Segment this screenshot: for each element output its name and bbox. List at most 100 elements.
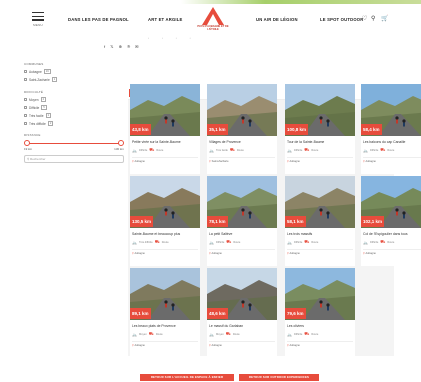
distance-badge: 102,1 km bbox=[361, 216, 385, 227]
route-meta: 🚲 Difficile ⛟ Route bbox=[287, 147, 318, 153]
route-title[interactable]: Sainte-Baume et beaucoup plus bbox=[132, 232, 180, 236]
filter-difficulty-moyen[interactable]: Moyen 2 bbox=[24, 97, 124, 102]
route-meta: 🚲 Difficile ⛟ Route bbox=[287, 331, 318, 337]
heart-icon[interactable]: ♡ bbox=[362, 15, 367, 22]
distance-min-label: 19 km bbox=[24, 147, 33, 151]
difficulty-label: Difficile bbox=[138, 148, 148, 152]
activity-label: Route bbox=[233, 240, 241, 244]
bike-icon: 🚲 bbox=[363, 147, 368, 153]
road-icon: ⛟ bbox=[380, 147, 386, 152]
route-card[interactable]: 58,4 km Les balcons du cap Canaille 🚲 Di… bbox=[361, 84, 421, 174]
difficulty-label: Difficile bbox=[293, 332, 303, 336]
route-title[interactable]: Col de l'Espigoulier dans tous bbox=[363, 232, 408, 236]
route-card[interactable]: 78,1 km La petit Saltève 🚲 Difficile ⛟ R… bbox=[207, 176, 277, 266]
nav-link-legion[interactable]: UN AIR DE LÉGION bbox=[256, 17, 298, 22]
facebook-icon[interactable]: f bbox=[104, 44, 107, 49]
road-icon: ⛟ bbox=[226, 239, 232, 244]
activity-label: Route bbox=[311, 240, 319, 244]
activity-label: Route bbox=[156, 148, 164, 152]
site-header: MENU DANS LES PAS DE PAGNOL ART ET ARGIL… bbox=[0, 0, 421, 40]
email-icon[interactable]: ✉ bbox=[135, 44, 140, 49]
route-title[interactable]: Les balcons du cap Canaille bbox=[363, 140, 405, 144]
route-title[interactable]: Petite virée sur la Sainte-Baume bbox=[132, 140, 181, 144]
route-meta: 🚲 Difficile ⛟ Route bbox=[132, 147, 163, 153]
search-input[interactable]: ⚲ Rechercher bbox=[24, 155, 124, 163]
location-pin-icon: ⚲ bbox=[209, 160, 211, 163]
nav-link-pagnol[interactable]: DANS LES PAS DE PAGNOL bbox=[68, 17, 129, 22]
bike-icon: 🚲 bbox=[287, 331, 292, 337]
route-location: ⚲ Saint-Zacharie bbox=[209, 160, 229, 163]
filter-difficulty-tres-facile[interactable]: Très facile 1 bbox=[24, 113, 124, 118]
filter-difficulty-tres-difficile[interactable]: Très difficile 2 bbox=[24, 121, 124, 126]
slider-max-handle[interactable] bbox=[118, 140, 124, 146]
bike-icon: 🚲 bbox=[287, 239, 292, 245]
filter-commune-saint-zacharie[interactable]: Saint-Zacharie 1 bbox=[24, 77, 124, 82]
difficulty-label: Difficile bbox=[293, 148, 303, 152]
distance-badge: 43,8 km bbox=[130, 124, 151, 135]
route-card[interactable]: 130,5 km Sainte-Baume et beaucoup plus 🚲… bbox=[130, 176, 200, 266]
back-to-outdoor-button[interactable]: RETOUR SUR OUTDOOR EXPERIENCES bbox=[239, 374, 319, 381]
activity-label: Route bbox=[232, 332, 240, 336]
road-icon: ⛟ bbox=[380, 239, 386, 244]
route-card[interactable]: 100,8 km Tour de la Sainte-Baume 🚲 Diffi… bbox=[285, 84, 355, 174]
filter-commune-aubagne[interactable]: Aubagne 19 bbox=[24, 69, 124, 74]
menu-icon bbox=[32, 12, 44, 14]
route-title[interactable]: Les trois massifs bbox=[287, 232, 312, 236]
filter-difficulty-difficile[interactable]: Difficile 5 bbox=[24, 105, 124, 110]
pinterest-icon[interactable]: ℗ bbox=[127, 44, 132, 49]
difficulty-label: Très facile bbox=[215, 148, 228, 152]
route-meta: 🚲 Très facile ⛟ Route bbox=[209, 147, 244, 153]
search-icon[interactable]: ⚲ bbox=[371, 15, 375, 22]
back-to-espace-button[interactable]: RETOUR SUR L'ACCUEIL DE ESPACE À ENFIER bbox=[140, 374, 234, 381]
route-title[interactable]: Les oliviers bbox=[287, 324, 304, 328]
distance-slider[interactable] bbox=[24, 140, 124, 146]
x-icon[interactable]: 𝕏 bbox=[110, 44, 115, 49]
route-card[interactable]: 35,1 km Villages de Provence 🚲 Très faci… bbox=[207, 84, 277, 174]
activity-label: Route bbox=[161, 240, 169, 244]
difficulty-label: Très difficile bbox=[138, 240, 153, 244]
slider-min-handle[interactable] bbox=[24, 140, 30, 146]
route-location: ⚲ Aubagne bbox=[287, 160, 300, 163]
share-icon[interactable]: ⊕ bbox=[119, 44, 124, 49]
cart-icon[interactable]: 🛒 bbox=[381, 15, 388, 22]
route-title[interactable]: Le massif du Garlaban bbox=[209, 324, 243, 328]
difficulty-label: Difficile bbox=[215, 240, 225, 244]
route-location: ⚲ Aubagne bbox=[209, 344, 222, 347]
distance-badge: 78,1 km bbox=[207, 216, 228, 227]
distance-badge: 35,1 km bbox=[207, 124, 228, 135]
difficulty-label: Difficile bbox=[369, 240, 379, 244]
bike-icon: 🚲 bbox=[209, 147, 214, 153]
route-card[interactable]: 89,1 km Les beaux plats de Provence 🚲 Mo… bbox=[130, 268, 200, 358]
site-logo[interactable]: PAYS D'AUBAGNE ET DE L'ÉTOILE bbox=[197, 6, 229, 32]
menu-label: MENU bbox=[33, 23, 43, 28]
filters-sidebar: COMMUNES Aubagne 19 Saint-Zacharie 1 DIFFI… bbox=[24, 62, 124, 163]
menu-button[interactable]: MENU bbox=[32, 12, 44, 27]
route-meta: 🚲 Difficile ⛟ Route bbox=[363, 147, 394, 153]
route-card[interactable]: 48,6 km Le massif du Garlaban 🚲 Moyen ⛟ … bbox=[207, 268, 277, 358]
route-card[interactable]: 58,1 km Les trois massifs 🚲 Difficile ⛟ … bbox=[285, 176, 355, 266]
nav-link-outdoor[interactable]: LE SPOT OUTDOOR bbox=[320, 17, 363, 22]
pagination-dots: • • • • bbox=[148, 36, 197, 40]
route-title[interactable]: Les beaux plats de Provence bbox=[132, 324, 176, 328]
route-title[interactable]: La petit Saltève bbox=[209, 232, 232, 236]
route-meta: 🚲 Moyen ⛟ Route bbox=[209, 331, 240, 337]
road-icon: ⛟ bbox=[154, 239, 160, 244]
road-icon: ⛟ bbox=[304, 331, 310, 336]
route-card[interactable]: 79,6 km Les oliviers 🚲 Difficile ⛟ Route… bbox=[285, 268, 355, 358]
route-card[interactable]: 43,8 km Petite virée sur la Sainte-Baume… bbox=[130, 84, 200, 174]
nav-link-art-argile[interactable]: ART ET ARGILE bbox=[148, 17, 183, 22]
route-location: ⚲ Aubagne bbox=[209, 252, 222, 255]
distance-badge: 58,4 km bbox=[361, 124, 382, 135]
header-accent-stripe bbox=[181, 0, 421, 4]
bike-icon: 🚲 bbox=[209, 331, 214, 337]
route-title[interactable]: Tour de la Sainte-Baume bbox=[287, 140, 324, 144]
difficulty-label: Difficile bbox=[369, 148, 379, 152]
route-title[interactable]: Villages de Provence bbox=[209, 140, 241, 144]
route-meta: 🚲 Difficile ⛟ Route bbox=[287, 239, 318, 245]
route-card[interactable]: 102,1 km Col de l'Espigoulier dans tous … bbox=[361, 176, 421, 266]
road-icon: ⛟ bbox=[304, 147, 310, 152]
slider-track bbox=[27, 142, 121, 144]
road-icon: ⛟ bbox=[304, 239, 310, 244]
route-location: ⚲ Aubagne bbox=[287, 252, 300, 255]
bike-icon: 🚲 bbox=[363, 239, 368, 245]
